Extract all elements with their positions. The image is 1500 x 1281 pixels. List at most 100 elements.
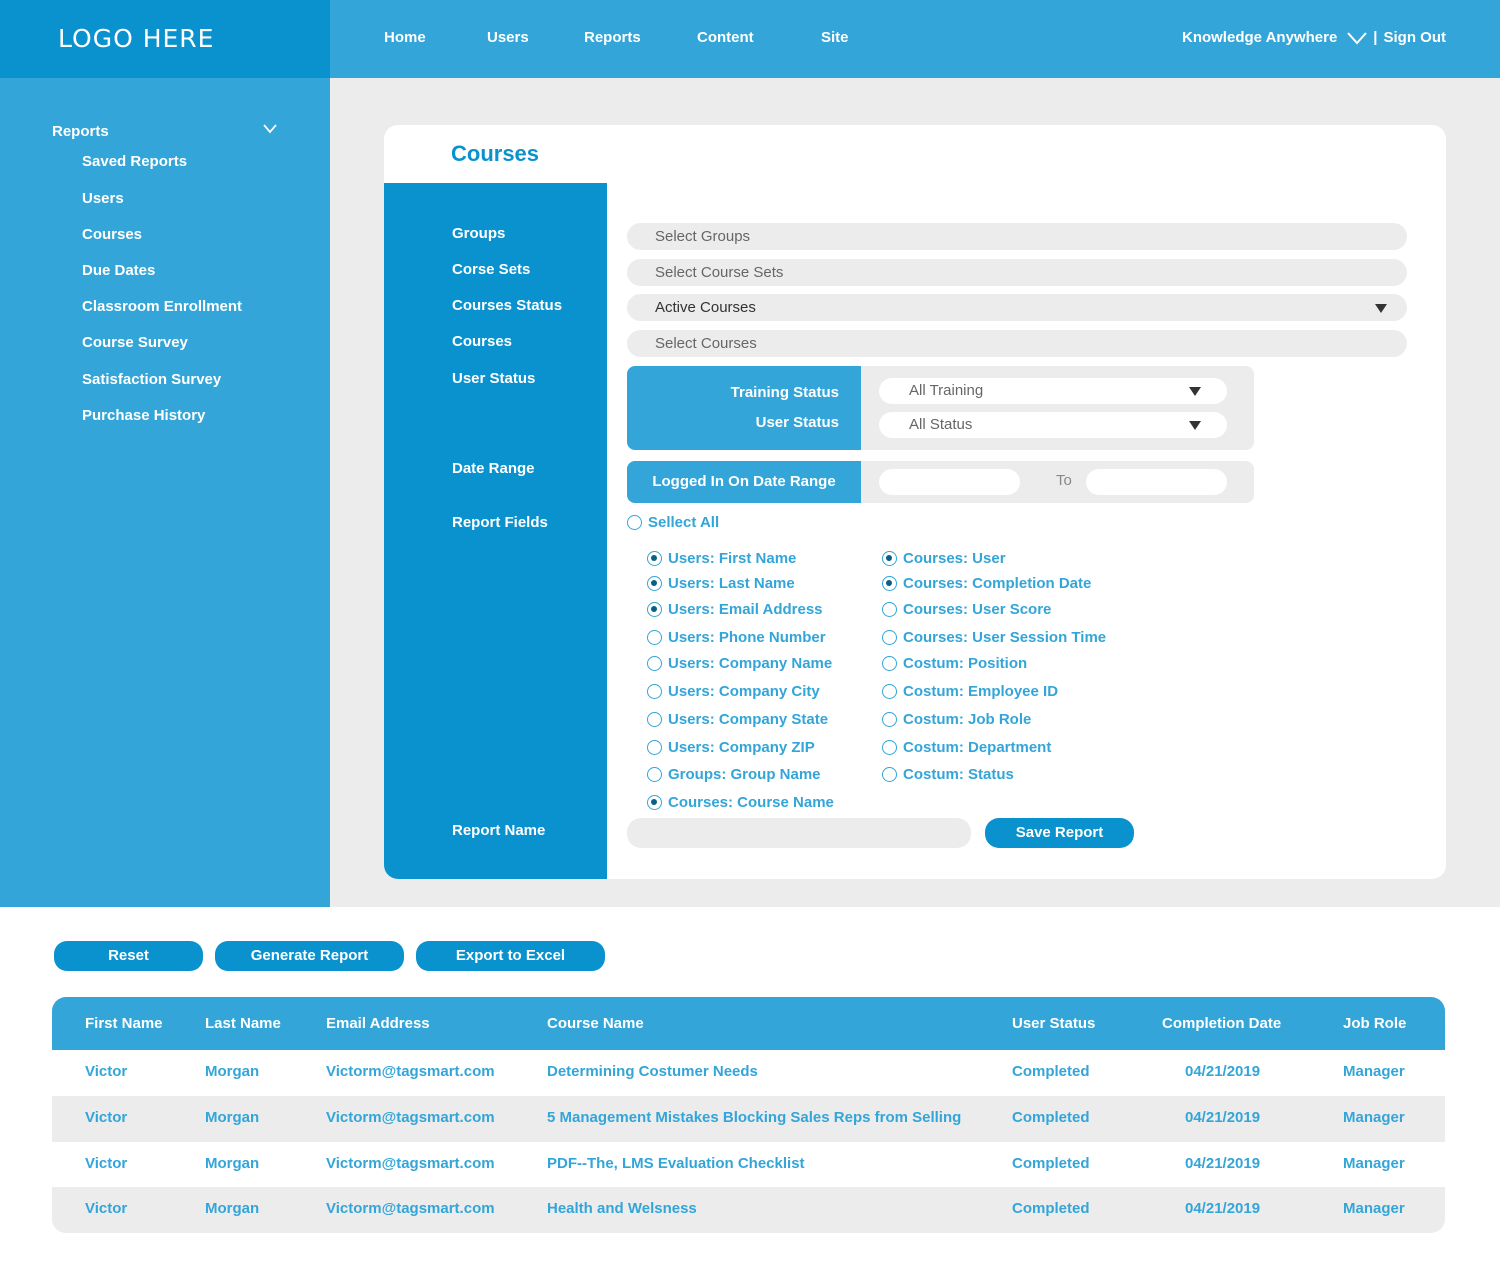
table-row[interactable]: Victor Morgan Victorm@tagsmart.com Determin… xyxy=(52,1050,1445,1096)
radio-icon xyxy=(882,630,897,645)
sidebar: Reports Saved Reports Users Courses Due … xyxy=(0,78,330,907)
report-field-radio[interactable]: Users: Company ZIP xyxy=(647,739,815,756)
radio-icon xyxy=(882,767,897,782)
column-user-status[interactable]: User Status xyxy=(1012,1015,1095,1032)
radio-icon xyxy=(647,684,662,699)
dropdown-arrow-icon xyxy=(1189,421,1201,430)
report-field-radio[interactable]: Costum: Position xyxy=(882,655,1027,672)
nav-site[interactable]: Site xyxy=(821,29,849,46)
course-sets-select[interactable]: Select Course Sets xyxy=(627,259,1407,286)
report-field-label: Users: Phone Number xyxy=(668,629,826,646)
sidebar-section-reports[interactable]: Reports xyxy=(52,123,109,140)
report-field-radio[interactable]: Users: Company State xyxy=(647,711,828,728)
report-field-radio[interactable]: Costum: Status xyxy=(882,766,1014,783)
report-field-radio[interactable]: Costum: Job Role xyxy=(882,711,1031,728)
report-field-radio[interactable]: Courses: User xyxy=(882,550,1006,567)
report-field-radio[interactable]: Courses: User Session Time xyxy=(882,629,1106,646)
table-row[interactable]: Victor Morgan Victorm@tagsmart.com PDF--The… xyxy=(52,1142,1445,1188)
report-name-input[interactable] xyxy=(627,818,971,848)
column-completion-date[interactable]: Completion Date xyxy=(1162,1015,1281,1032)
sidebar-item-users[interactable]: Users xyxy=(82,190,124,207)
export-excel-button[interactable]: Export to Excel xyxy=(416,941,605,971)
report-field-radio[interactable]: Courses: User Score xyxy=(882,601,1051,618)
report-field-radio[interactable]: Costum: Employee ID xyxy=(882,683,1058,700)
separator: | xyxy=(1373,29,1378,46)
report-field-label: Users: Company City xyxy=(668,683,820,700)
sidebar-item-due-dates[interactable]: Due Dates xyxy=(82,262,155,279)
cell-course-name: 5 Management Mistakes Blocking Sales Rep… xyxy=(547,1109,962,1126)
chevron-down-icon[interactable] xyxy=(1347,31,1368,45)
groups-select[interactable]: Select Groups xyxy=(627,223,1407,250)
report-field-radio[interactable]: Costum: Department xyxy=(882,739,1051,756)
nav-content[interactable]: Content xyxy=(697,29,754,46)
label-user-status: User Status xyxy=(452,370,536,387)
report-field-label: Users: Email Address xyxy=(668,601,823,618)
report-field-radio[interactable]: Users: Company Name xyxy=(647,655,832,672)
report-field-radio[interactable]: Users: Phone Number xyxy=(647,629,826,646)
cell-email: Victorm@tagsmart.com xyxy=(326,1200,495,1217)
nav-reports[interactable]: Reports xyxy=(584,29,641,46)
sidebar-item-classroom-enrollment[interactable]: Classroom Enrollment xyxy=(82,298,242,315)
chevron-down-icon[interactable] xyxy=(263,124,277,134)
report-field-label: Users: First Name xyxy=(668,550,797,567)
dropdown-arrow-icon xyxy=(1189,387,1201,396)
column-course-name[interactable]: Course Name xyxy=(547,1015,644,1032)
cell-first-name: Victor xyxy=(85,1200,128,1217)
cell-job-role: Manager xyxy=(1343,1200,1405,1217)
sidebar-item-course-survey[interactable]: Course Survey xyxy=(82,334,188,351)
cell-completion-date: 04/21/2019 xyxy=(1185,1155,1261,1172)
courses-status-dropdown[interactable]: Active Courses xyxy=(627,294,1407,321)
report-field-radio[interactable]: Courses: Course Name xyxy=(647,794,834,811)
sidebar-item-satisfaction-survey[interactable]: Satisfaction Survey xyxy=(82,371,221,388)
label-groups: Groups xyxy=(452,225,506,242)
column-job-role[interactable]: Job Role xyxy=(1343,1015,1406,1032)
save-report-button[interactable]: Save Report xyxy=(985,818,1134,848)
report-field-radio[interactable]: Groups: Group Name xyxy=(647,766,821,783)
cell-first-name: Victor xyxy=(85,1063,128,1080)
column-last-name[interactable]: Last Name xyxy=(205,1015,281,1032)
reset-button[interactable]: Reset xyxy=(54,941,203,971)
date-to-label: To xyxy=(1056,472,1072,489)
cell-user-status: Completed xyxy=(1012,1109,1090,1126)
date-from-input[interactable] xyxy=(879,469,1020,495)
radio-checked-icon xyxy=(882,551,897,566)
sidebar-item-purchase-history[interactable]: Purchase History xyxy=(82,407,205,424)
radio-icon xyxy=(882,602,897,617)
report-field-radio[interactable]: Courses: Completion Date xyxy=(882,575,1091,592)
cell-user-status: Completed xyxy=(1012,1063,1090,1080)
account-name[interactable]: Knowledge Anywhere xyxy=(1182,29,1337,46)
radio-checked-icon xyxy=(647,602,662,617)
account-area: Knowledge Anywhere | Sign Out xyxy=(1182,29,1446,46)
report-field-radio[interactable]: Users: Email Address xyxy=(647,601,823,618)
select-all-radio[interactable]: Sellect All xyxy=(627,514,719,531)
sidebar-item-courses[interactable]: Courses xyxy=(82,226,142,243)
radio-icon xyxy=(647,656,662,671)
logo[interactable]: LOGO HERE xyxy=(58,24,214,53)
courses-status-value: Active Courses xyxy=(655,299,756,316)
table-row[interactable]: Victor Morgan Victorm@tagsmart.com 5 Manage… xyxy=(52,1096,1445,1142)
cell-email: Victorm@tagsmart.com xyxy=(326,1063,495,1080)
cell-job-role: Manager xyxy=(1343,1155,1405,1172)
generate-report-button[interactable]: Generate Report xyxy=(215,941,404,971)
date-to-input[interactable] xyxy=(1086,469,1227,495)
report-field-radio[interactable]: Users: First Name xyxy=(647,550,796,567)
nav-users[interactable]: Users xyxy=(487,29,529,46)
cell-first-name: Victor xyxy=(85,1155,128,1172)
report-field-radio[interactable]: Users: Company City xyxy=(647,683,820,700)
nav-home[interactable]: Home xyxy=(384,29,426,46)
report-form-card: Courses Groups Corse Sets Courses Status… xyxy=(384,125,1446,879)
report-field-radio[interactable]: Users: Last Name xyxy=(647,575,795,592)
table-row[interactable]: Victor Morgan Victorm@tagsmart.com Health a… xyxy=(52,1187,1445,1233)
user-status-dropdown[interactable]: All Status xyxy=(879,412,1227,438)
label-courses-status: Courses Status xyxy=(452,297,563,314)
training-status-value: All Training xyxy=(909,382,984,399)
label-report-name: Report Name xyxy=(452,822,546,839)
column-email[interactable]: Email Address xyxy=(326,1015,430,1032)
select-all-label: Sellect All xyxy=(648,514,720,531)
training-status-dropdown[interactable]: All Training xyxy=(879,378,1227,404)
column-first-name[interactable]: First Name xyxy=(85,1015,163,1032)
sign-out-link[interactable]: Sign Out xyxy=(1384,29,1447,46)
courses-select[interactable]: Select Courses xyxy=(627,330,1407,357)
sidebar-item-saved-reports[interactable]: Saved Reports xyxy=(82,153,187,170)
cell-completion-date: 04/21/2019 xyxy=(1185,1063,1261,1080)
